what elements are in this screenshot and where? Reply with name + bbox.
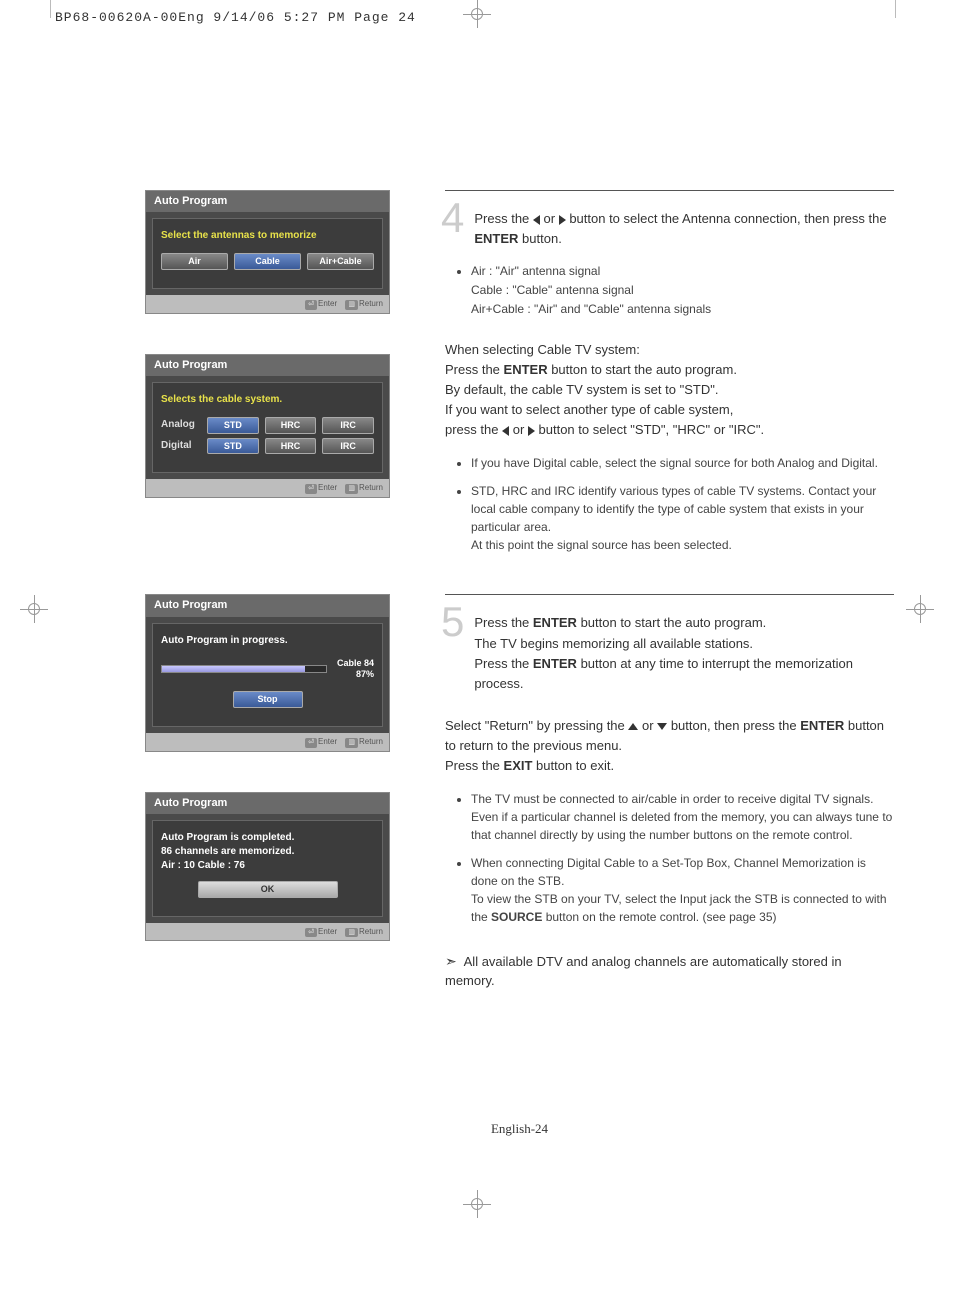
osd-footer: ⏎Enter ▥Return <box>146 479 389 497</box>
row-label-analog: Analog <box>161 418 201 432</box>
progress-info: Cable 84 87% <box>337 658 374 681</box>
return-icon: ▥ <box>345 928 358 938</box>
cable-system-detail: When selecting Cable TV system: Press th… <box>445 340 894 441</box>
osd-subtitle: Selects the cable system. <box>161 393 374 407</box>
list-item: STD, HRC and IRC identify various types … <box>471 482 894 554</box>
osd-screenshot-completed: Auto Program Auto Program is completed. … <box>145 792 390 942</box>
left-arrow-icon <box>533 215 540 225</box>
list-item: Air : "Air" antenna signal <box>471 263 894 280</box>
up-arrow-icon <box>628 723 638 730</box>
osd-footer: ⏎Enter ▥Return <box>146 733 389 751</box>
step-number-4: 4 <box>441 197 464 239</box>
osd-opt-std: STD <box>207 438 259 455</box>
right-arrow-icon <box>559 215 566 225</box>
osd-stop-button: Stop <box>233 691 303 708</box>
progress-bar <box>161 665 327 673</box>
osd-screenshot-cable-system: Auto Program Selects the cable system. A… <box>145 354 390 498</box>
osd-title: Auto Program <box>146 191 389 212</box>
completed-line3: Air : 10 Cable : 76 <box>161 859 374 873</box>
osd-subtitle: Select the antennas to memorize <box>161 229 374 243</box>
osd-opt-hrc: HRC <box>265 417 317 434</box>
list-item: When connecting Digital Cable to a Set-T… <box>471 854 894 926</box>
page-content: Auto Program Select the antennas to memo… <box>0 0 954 1218</box>
list-item: If you have Digital cable, select the si… <box>471 454 894 472</box>
return-icon: ▥ <box>345 738 358 748</box>
osd-title: Auto Program <box>146 595 389 616</box>
note-arrow-icon: ➣ <box>445 953 457 969</box>
osd-opt-irc: IRC <box>322 417 374 434</box>
left-arrow-icon <box>502 426 509 436</box>
step4-text: Press the or button to select the Antenn… <box>474 209 894 249</box>
list-item: The TV must be connected to air/cable in… <box>471 790 894 844</box>
list-item: Air+Cable : "Air" and "Cable" antenna si… <box>471 301 894 318</box>
osd-opt-irc: IRC <box>322 438 374 455</box>
return-icon: ▥ <box>345 484 358 494</box>
osd-option-air: Air <box>161 253 228 270</box>
osd-screenshot-progress: Auto Program Auto Program in progress. C… <box>145 594 390 751</box>
return-icon: ▥ <box>345 300 358 310</box>
step-number-5: 5 <box>441 601 464 643</box>
cable-notes-list: If you have Digital cable, select the si… <box>471 454 894 554</box>
step5-notes-list: The TV must be connected to air/cable in… <box>471 790 894 926</box>
completed-line1: Auto Program is completed. <box>161 831 374 845</box>
list-item: Cable : "Cable" antenna signal <box>471 282 894 299</box>
down-arrow-icon <box>657 723 667 730</box>
osd-title: Auto Program <box>146 793 389 814</box>
osd-subtitle: Auto Program in progress. <box>161 634 374 648</box>
page-footer: English-24 <box>145 1120 894 1138</box>
step5-text: Press the ENTER button to start the auto… <box>474 613 894 694</box>
antenna-signal-list: Air : "Air" antenna signal Cable : "Cabl… <box>471 263 894 317</box>
right-arrow-icon <box>528 426 535 436</box>
osd-opt-hrc: HRC <box>265 438 317 455</box>
osd-option-aircable: Air+Cable <box>307 253 374 270</box>
osd-screenshot-antennas: Auto Program Select the antennas to memo… <box>145 190 390 314</box>
completed-line2: 86 channels are memorized. <box>161 845 374 859</box>
osd-ok-button: OK <box>198 881 338 898</box>
osd-title: Auto Program <box>146 355 389 376</box>
enter-icon: ⏎ <box>305 928 317 938</box>
return-exit-detail: Select "Return" by pressing the or butto… <box>445 716 894 776</box>
osd-opt-std: STD <box>207 417 259 434</box>
final-note: ➣ All available DTV and analog channels … <box>445 952 894 990</box>
osd-footer: ⏎Enter ▥Return <box>146 923 389 941</box>
enter-icon: ⏎ <box>305 484 317 494</box>
row-label-digital: Digital <box>161 439 201 453</box>
enter-icon: ⏎ <box>305 300 317 310</box>
osd-footer: ⏎Enter ▥Return <box>146 295 389 313</box>
osd-option-cable: Cable <box>234 253 301 270</box>
enter-icon: ⏎ <box>305 738 317 748</box>
